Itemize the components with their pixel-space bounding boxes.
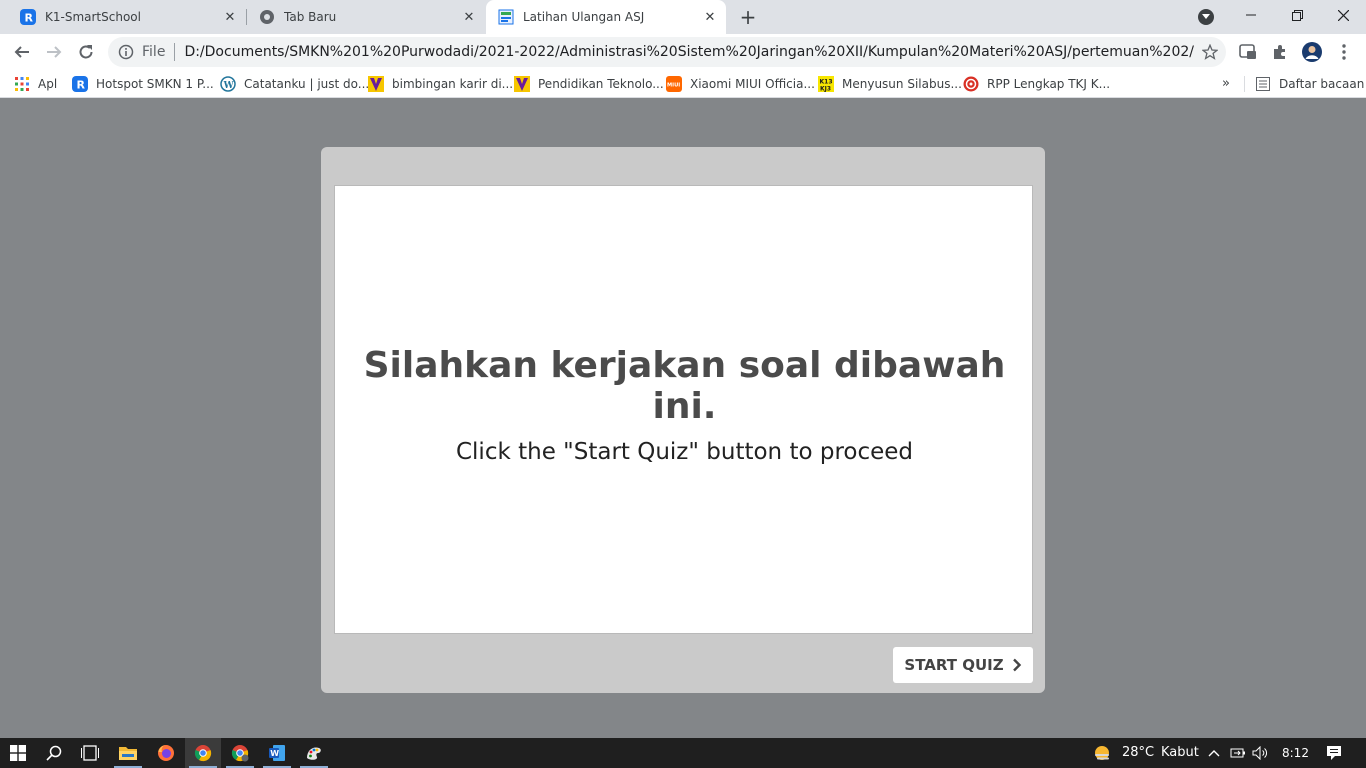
chrome-profile-icon[interactable] <box>222 738 258 768</box>
quiz-heading: Silahkan kerjakan soal dibawah ini. <box>363 345 1006 427</box>
reading-list-label: Daftar bacaan <box>1279 77 1365 91</box>
forward-arrow-icon[interactable] <box>40 38 68 66</box>
bookmarks-divider <box>1244 76 1245 92</box>
miui-icon: MIUI <box>666 76 682 92</box>
task-view-icon[interactable] <box>72 738 108 768</box>
quiz-instruction: Click the "Start Quiz" button to proceed <box>455 439 914 465</box>
bookmark-label: RPP Lengkap TKJ K... <box>987 77 1111 91</box>
browser-toolbar: File D:/Documents/SMKN%201%20Purwodadi/2… <box>0 34 1366 70</box>
chevron-up-icon[interactable] <box>1204 738 1224 768</box>
bookmark-hotspot[interactable]: R Hotspot SMKN 1 P... <box>72 75 214 93</box>
file-explorer-icon[interactable] <box>110 738 146 768</box>
clock-time[interactable]: 8:12 <box>1282 746 1309 760</box>
rpp-icon <box>963 76 979 92</box>
k13-icon-text: K13 <box>820 79 833 86</box>
volume-icon[interactable] <box>1250 738 1270 768</box>
tab-latihan-ulangan-asj[interactable]: Latihan Ulangan ASJ ✕ <box>486 0 726 34</box>
svg-text:W: W <box>223 81 235 91</box>
tab-tab-baru[interactable]: Tab Baru ✕ <box>247 0 485 34</box>
reload-icon[interactable] <box>72 38 100 66</box>
tab-search-icon[interactable] <box>1198 9 1214 25</box>
windows-start-icon[interactable] <box>0 738 36 768</box>
windows-taskbar: W 28°C Kabut 8:12 <box>0 738 1366 768</box>
weather-temperature[interactable]: 28°C <box>1122 745 1154 760</box>
new-tab-button[interactable]: + <box>736 5 760 29</box>
bookmark-label: Catatanku | just do... <box>244 77 370 91</box>
info-icon[interactable] <box>118 44 134 60</box>
start-quiz-label: START QUIZ <box>904 656 1004 674</box>
bookmark-catatanku[interactable]: W Catatanku | just do... <box>220 75 369 93</box>
battery-icon[interactable] <box>1228 738 1248 768</box>
svg-text:R: R <box>25 12 34 25</box>
bookmark-apps[interactable]: Apl <box>14 75 57 93</box>
close-tab-icon[interactable]: ✕ <box>461 9 477 25</box>
close-window-icon[interactable] <box>1320 0 1366 30</box>
reading-list-button[interactable]: Daftar bacaan <box>1255 75 1364 93</box>
url-scheme-label: File <box>142 44 166 60</box>
page-viewport: Silahkan kerjakan soal dibawah ini. Clic… <box>0 98 1366 738</box>
tab-title: K1-SmartSchool <box>45 10 141 24</box>
bookmark-label: Pendidikan Teknolo... <box>538 77 664 91</box>
search-icon[interactable] <box>36 738 72 768</box>
paint-3d-icon[interactable] <box>296 738 332 768</box>
reading-list-icon <box>1255 76 1271 92</box>
quiz-container: Silahkan kerjakan soal dibawah ini. Clic… <box>321 147 1045 693</box>
quiz-card: Silahkan kerjakan soal dibawah ini. Clic… <box>334 185 1033 634</box>
apps-grid-icon <box>14 76 30 92</box>
tab-k1-smartschool[interactable]: R K1-SmartSchool ✕ <box>8 0 246 34</box>
chrome-taskbar-icon[interactable] <box>185 738 221 768</box>
chrome-icon <box>259 9 275 25</box>
profile-avatar[interactable] <box>1302 42 1322 62</box>
k13-icon: K13 KJ3 <box>818 76 834 92</box>
menu-dots-icon[interactable] <box>1334 42 1354 62</box>
bookmark-rpp[interactable]: RPP Lengkap TKJ K... <box>963 75 1110 93</box>
v-logo-icon <box>514 76 530 92</box>
minimize-icon[interactable] <box>1228 0 1274 30</box>
url-divider <box>174 43 176 61</box>
bookmark-label: bimbingan karir di... <box>392 77 514 91</box>
svg-text:R: R <box>77 79 86 92</box>
weather-description[interactable]: Kabut <box>1161 745 1199 760</box>
miui-icon-text: MIUI <box>667 83 680 89</box>
back-arrow-icon[interactable] <box>8 38 36 66</box>
address-bar[interactable]: File D:/Documents/SMKN%201%20Purwodadi/2… <box>108 37 1226 67</box>
bookmark-label: Xiaomi MIUI Officia... <box>690 77 815 91</box>
bookmark-star-icon[interactable] <box>1201 43 1219 60</box>
bookmark-bimbingan-karir[interactable]: bimbingan karir di... <box>368 75 513 93</box>
svg-text:W: W <box>270 749 279 758</box>
svg-text:KJ3: KJ3 <box>820 86 831 93</box>
start-quiz-button[interactable]: START QUIZ <box>893 647 1033 683</box>
url-text[interactable]: D:/Documents/SMKN%201%20Purwodadi/2021-2… <box>184 44 1194 60</box>
bookmark-pendidikan[interactable]: Pendidikan Teknolo... <box>514 75 664 93</box>
extension-tab-icon[interactable] <box>1238 42 1258 62</box>
extensions-puzzle-icon[interactable] <box>1270 42 1290 62</box>
firefox-icon[interactable] <box>148 738 184 768</box>
close-tab-icon[interactable]: ✕ <box>702 9 718 25</box>
close-tab-icon[interactable]: ✕ <box>222 9 238 25</box>
notification-center-icon[interactable] <box>1316 738 1352 768</box>
bookmarks-bar: Apl R Hotspot SMKN 1 P... W Catatanku | … <box>0 70 1366 98</box>
tab-title: Tab Baru <box>284 10 337 24</box>
r-logo-icon: R <box>72 76 88 92</box>
chevron-right-icon <box>1012 658 1022 672</box>
tab-title: Latihan Ulangan ASJ <box>523 10 645 24</box>
tab-strip: R K1-SmartSchool ✕ Tab Baru ✕ Latihan Ul… <box>0 0 1366 34</box>
page-icon <box>498 9 514 25</box>
bookmarks-overflow-button[interactable]: » <box>1222 76 1230 91</box>
bookmark-silabus[interactable]: K13 KJ3 Menyusun Silabus... <box>818 75 962 93</box>
bookmark-xiaomi[interactable]: MIUI Xiaomi MIUI Officia... <box>666 75 815 93</box>
bookmark-label: Apl <box>38 77 58 91</box>
restore-icon[interactable] <box>1274 0 1320 30</box>
bookmark-label: Hotspot SMKN 1 P... <box>96 77 214 91</box>
v-logo-icon <box>368 76 384 92</box>
bookmark-label: Menyusun Silabus... <box>842 77 962 91</box>
r-logo-icon: R <box>20 9 36 25</box>
wordpress-icon: W <box>220 76 236 92</box>
weather-icon[interactable] <box>1085 738 1119 768</box>
word-icon[interactable]: W <box>259 738 295 768</box>
